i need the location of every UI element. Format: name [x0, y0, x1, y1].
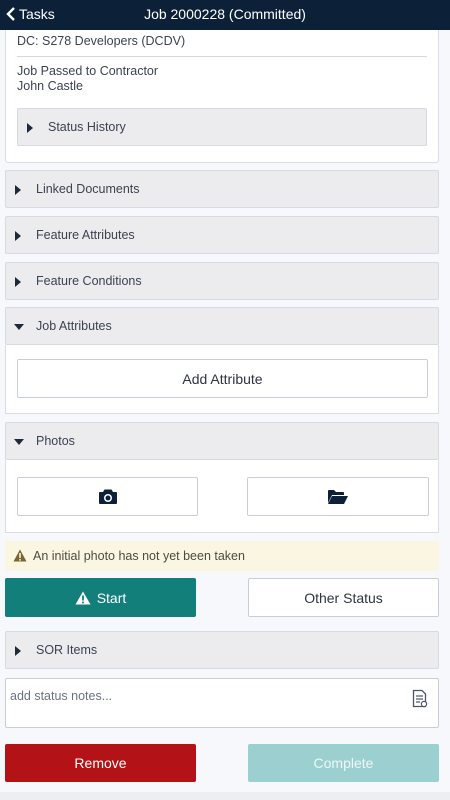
- section-label: Photos: [36, 434, 75, 448]
- job-status-text: Job Passed to Contractor John Castle: [17, 64, 158, 94]
- status-history-toggle[interactable]: Status History: [17, 108, 427, 146]
- photo-warning-banner: An initial photo has not yet been taken: [5, 541, 439, 571]
- status-notes-field[interactable]: [5, 678, 439, 728]
- other-status-button[interactable]: Other Status: [248, 578, 439, 617]
- caret-right-icon: [15, 646, 21, 656]
- complete-button[interactable]: Complete: [248, 744, 439, 782]
- section-linked-documents[interactable]: Linked Documents: [5, 170, 439, 208]
- caret-right-icon: [15, 231, 21, 241]
- warning-triangle-icon: [13, 549, 27, 562]
- section-label: Job Attributes: [36, 319, 112, 333]
- caret-right-icon: [27, 123, 33, 133]
- status-line: Job Passed to Contractor: [17, 64, 159, 78]
- photos-panel: [5, 460, 439, 533]
- start-label: Start: [96, 589, 127, 606]
- job-attributes-panel: Add Attribute: [5, 345, 439, 414]
- add-attribute-button[interactable]: Add Attribute: [17, 359, 428, 398]
- bottom-strip: [0, 792, 450, 800]
- take-photo-button[interactable]: [17, 477, 198, 516]
- warning-text: An initial photo has not yet been taken: [33, 549, 245, 563]
- start-button[interactable]: Start: [5, 578, 196, 617]
- section-feature-attributes[interactable]: Feature Attributes: [5, 216, 439, 254]
- section-label: Linked Documents: [36, 182, 140, 196]
- caret-down-icon: [14, 439, 24, 445]
- caret-down-icon: [14, 324, 24, 330]
- divider: [17, 56, 427, 57]
- section-job-attributes[interactable]: Job Attributes: [5, 307, 439, 345]
- camera-icon: [98, 489, 117, 504]
- top-app-bar: Tasks Job 2000228 (Committed): [0, 0, 450, 30]
- section-sor-items[interactable]: SOR Items: [5, 631, 439, 669]
- folder-open-icon: [328, 489, 348, 504]
- choose-photo-button[interactable]: [247, 477, 429, 516]
- contractor-name: John Castle: [17, 79, 84, 93]
- section-label: Feature Conditions: [36, 274, 142, 288]
- caret-right-icon: [15, 277, 21, 287]
- section-label: SOR Items: [36, 643, 98, 657]
- document-icon[interactable]: [412, 689, 428, 708]
- section-photos[interactable]: Photos: [5, 422, 439, 460]
- job-details-card: DC: S278 Developers (DCDV) Job Passed to…: [5, 30, 439, 163]
- status-history-label: Status History: [48, 120, 126, 134]
- page-title: Job 2000228 (Committed): [144, 6, 306, 22]
- status-notes-input[interactable]: [10, 689, 400, 703]
- remove-button[interactable]: Remove: [5, 744, 196, 782]
- dc-line: DC: S278 Developers (DCDV): [17, 34, 186, 48]
- section-feature-conditions[interactable]: Feature Conditions: [5, 262, 439, 300]
- caret-right-icon: [15, 185, 21, 195]
- warning-triangle-icon: [75, 591, 91, 604]
- section-label: Feature Attributes: [36, 228, 135, 242]
